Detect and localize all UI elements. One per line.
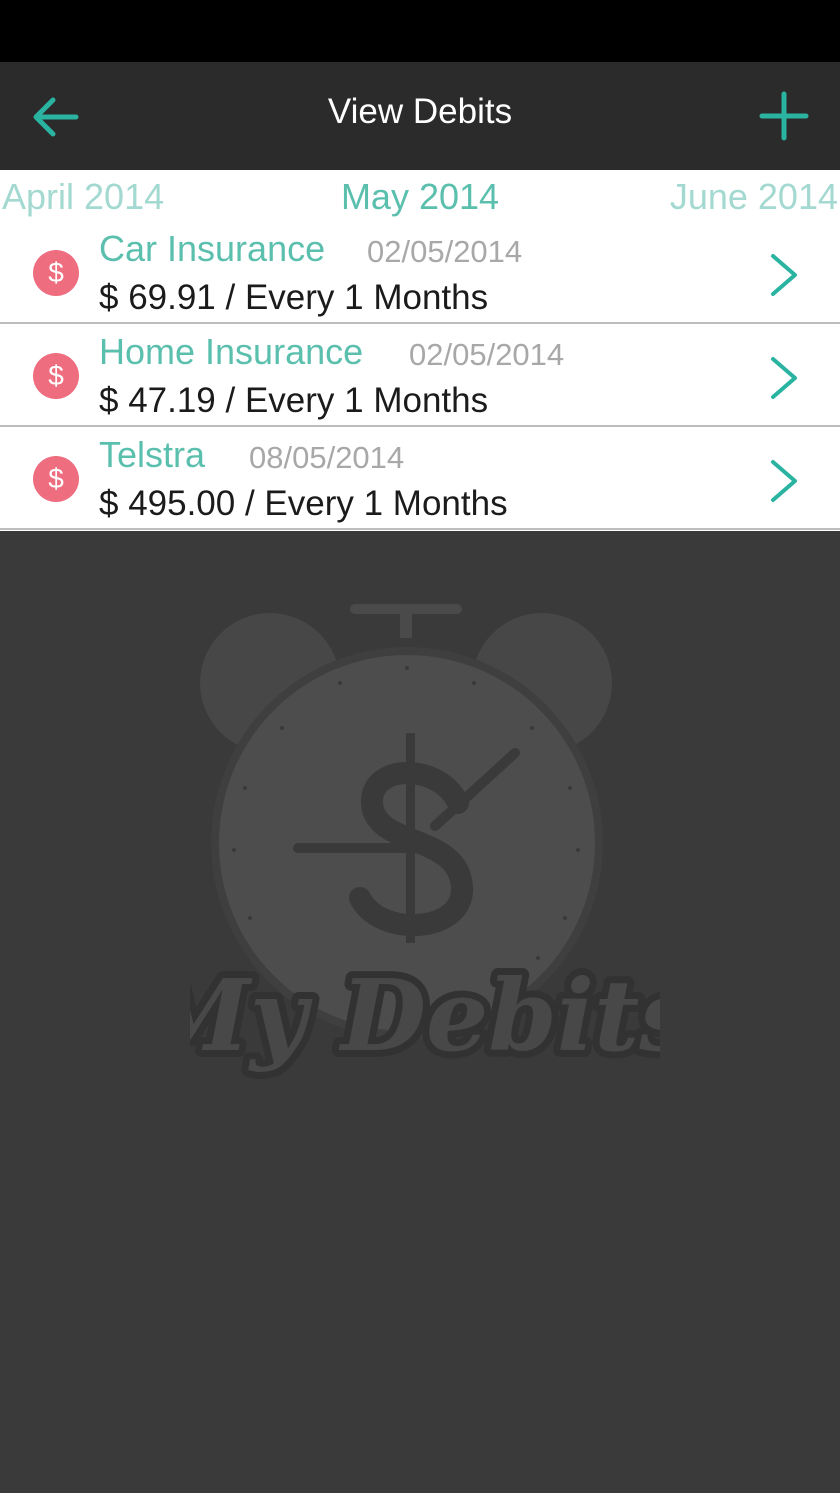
debit-date: 02/05/2014	[367, 234, 523, 269]
debit-row-home-insurance[interactable]: $ Home Insurance 02/05/2014 $ 47.19 / Ev…	[0, 325, 840, 427]
dollar-badge-icon: $	[33, 250, 79, 296]
dollar-badge-icon: $	[33, 456, 79, 502]
debit-list-panel: May 2014 April 2014 June 2014 $ Car Insu…	[0, 170, 840, 531]
debit-name: Home Insurance	[99, 331, 364, 372]
debit-amount: $ 47.19 / Every 1 Months	[99, 381, 489, 420]
month-next[interactable]: June 2014	[670, 176, 838, 218]
debit-row-car-insurance[interactable]: $ Car Insurance 02/05/2014 $ 69.91 / Eve…	[0, 222, 840, 324]
month-selector: May 2014 April 2014 June 2014	[0, 170, 840, 222]
app-bar: View Debits	[0, 62, 840, 170]
watermark-text: My Debits	[190, 959, 660, 1074]
debit-amount: $ 495.00 / Every 1 Months	[99, 484, 508, 523]
my-debits-watermark-logo: My Debits	[190, 604, 660, 1081]
dollar-badge-icon: $	[33, 353, 79, 399]
debit-amount: $ 69.91 / Every 1 Months	[99, 278, 489, 317]
debit-row-telstra[interactable]: $ Telstra 08/05/2014 $ 495.00 / Every 1 …	[0, 428, 840, 530]
chevron-right-icon	[771, 357, 797, 399]
month-previous[interactable]: April 2014	[2, 176, 164, 218]
chevron-right-icon	[771, 460, 797, 502]
page-title: View Debits	[327, 92, 513, 131]
debit-name: Car Insurance	[99, 228, 326, 269]
status-bar	[0, 0, 840, 62]
plus-icon[interactable]	[756, 88, 812, 144]
debit-name: Telstra	[99, 434, 206, 475]
debit-date: 02/05/2014	[409, 337, 565, 372]
chevron-right-icon	[771, 254, 797, 296]
debit-date: 08/05/2014	[249, 440, 405, 475]
